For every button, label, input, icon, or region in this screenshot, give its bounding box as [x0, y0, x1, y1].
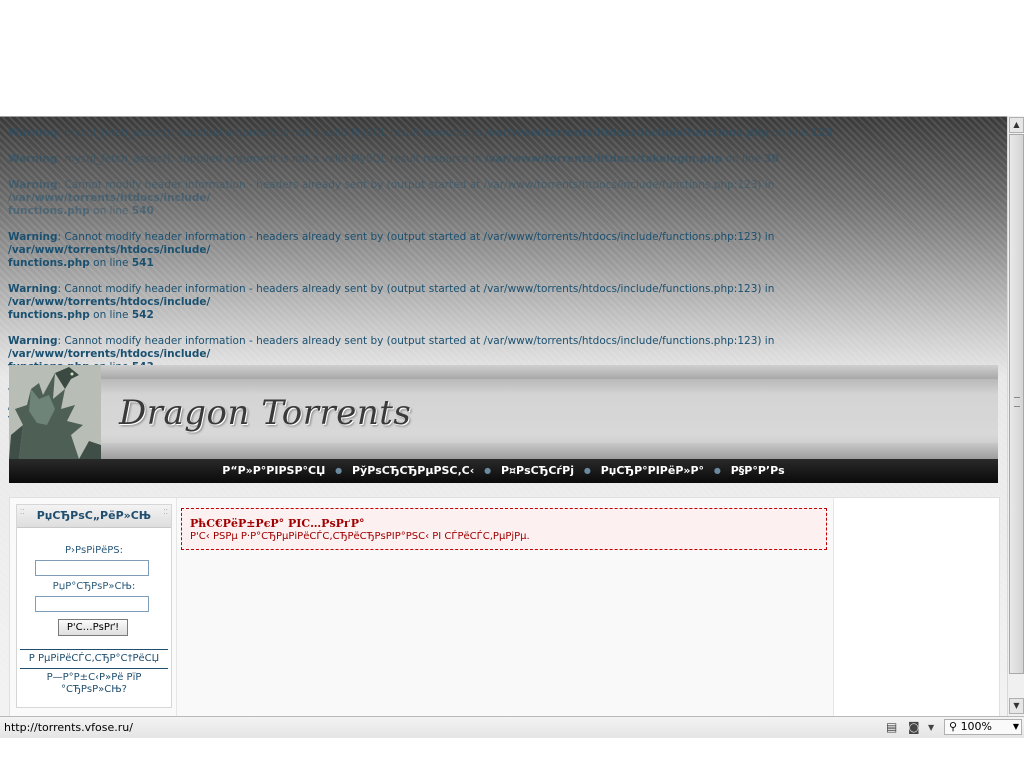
username-input[interactable] [35, 560, 149, 576]
main-navbar: Р“Р»Р°РІРЅР°СЏ ● РўРѕСЂСЂРµРЅС‚С‹ ● Р¤Рѕ… [9, 459, 998, 483]
camera-icon[interactable]: ◙ [908, 720, 920, 734]
nav-separator: ● [335, 466, 343, 475]
nav-item-torrents[interactable]: РўРѕСЂСЂРµРЅС‚С‹ [348, 459, 478, 483]
warning-line-prefix: on line [93, 309, 129, 321]
register-link[interactable]: Р РµРіРёСЃС‚СЂР°С†РёСЏ [17, 653, 171, 665]
warning-message: : Cannot modify header information - hea… [57, 231, 775, 243]
scroll-thumb[interactable] [1009, 134, 1024, 674]
warning-path: /var/www/torrents/htdocs/include/ [8, 348, 211, 360]
zoom-control[interactable]: ⚲ 100% ▼ [944, 719, 1022, 735]
error-title: РћС€РёР±РєР° РІС…РѕРґР° [190, 517, 365, 530]
login-submit-button[interactable]: Р'С…РѕРґ! [58, 619, 128, 636]
warning-line-prefix: on line [772, 127, 808, 139]
php-warning: Warning: mysql_fetch_assoc(): supplied a… [8, 127, 938, 140]
login-box-title: РџСЂРѕС„РёР»СЊ [17, 505, 171, 528]
dragon-logo-icon [9, 365, 101, 459]
warning-path: /var/www/torrents/htdocs/include/ [8, 296, 211, 308]
password-label: РџР°СЂРѕР»СЊ: [52, 581, 136, 592]
content-area: РџСЂРѕС„РёР»СЊ ⁚⁚ ⁚⁚ Р›РѕРіРёРЅ: РџР°СЂР… [9, 497, 1000, 717]
page-viewport: Warning: mysql_fetch_assoc(): supplied a… [0, 116, 1007, 717]
error-box: РћС€РёР±РєР° РІС…РѕРґР° Р'С‹ РЅРµ Р·Р°СЂ… [181, 508, 827, 550]
php-warning: Warning: Cannot modify header informatio… [8, 179, 938, 218]
nav-separator: ● [484, 466, 492, 475]
nav-item-rules[interactable]: РџСЂР°РІРёР»Р° [597, 459, 708, 483]
divider [20, 668, 168, 669]
nav-item-forum[interactable]: Р¤РѕСЂСѓРј [497, 459, 578, 483]
warning-path-file: functions.php [8, 257, 90, 269]
right-sidebar [834, 498, 999, 717]
warning-path-file: functions.php [8, 205, 90, 217]
site-header: Dragon Torrents [9, 365, 998, 459]
status-url: http://torrents.vfose.ru/ [4, 721, 133, 734]
warning-message: : mysql_fetch_assoc(): supplied argument… [57, 127, 482, 139]
warning-message: : Cannot modify header information - hea… [57, 283, 775, 295]
warning-message: : mysql_fetch_assoc(): supplied argument… [57, 153, 482, 165]
warning-path: /var/www/torrents/htdocs/include/functio… [484, 127, 770, 139]
warning-label: Warning [8, 335, 58, 347]
vertical-scrollbar[interactable]: ▲ ▼ [1007, 116, 1024, 716]
warning-line-number: 123 [811, 127, 833, 139]
php-warning: Warning: mysql_fetch_assoc(): supplied a… [8, 153, 938, 166]
warning-line-number: 541 [131, 257, 154, 269]
warning-label: Warning [8, 283, 58, 295]
header-band-bottom [9, 443, 998, 459]
warning-line-number: 542 [131, 309, 154, 321]
blank-top-area [0, 0, 1024, 116]
scroll-down-icon[interactable]: ▼ [1009, 698, 1024, 714]
username-label: Р›РѕРіРёРЅ: [64, 545, 123, 556]
php-warning: Warning: Cannot modify header informatio… [8, 283, 938, 322]
nav-separator: ● [713, 466, 721, 475]
nav-item-faq[interactable]: Р§Р°Р’Рѕ [727, 459, 789, 483]
warning-label: Warning [8, 231, 58, 243]
forgot-password-line2: °СЂРѕР»СЊ? [61, 684, 127, 695]
header-band-top [9, 365, 998, 379]
warning-path: /var/www/torrents/htdocs/include/ [8, 244, 211, 256]
login-box: РџСЂРѕС„РёР»СЊ ⁚⁚ ⁚⁚ Р›РѕРіРёРЅ: РџР°СЂР… [16, 504, 172, 708]
warning-line-prefix: on line [725, 153, 761, 165]
forgot-password-line1: Р—Р°Р±С‹Р»Рё РїР [46, 672, 142, 683]
scroll-up-icon[interactable]: ▲ [1009, 117, 1024, 133]
chevron-down-icon[interactable]: ▼ [928, 723, 934, 732]
warning-path-file: functions.php [8, 309, 90, 321]
corner-grip-icon: ⁚⁚ [20, 508, 25, 516]
site-logo-text: Dragon Torrents [119, 393, 412, 433]
corner-grip-icon: ⁚⁚ [163, 508, 168, 516]
nav-item-home[interactable]: Р“Р»Р°РІРЅР°СЏ [218, 459, 329, 483]
warning-path: /var/www/torrents/htdocs/include/ [8, 192, 211, 204]
warning-line-prefix: on line [93, 205, 129, 217]
main-column: РћС€РёР±РєР° РІС…РѕРґР° Р'С‹ РЅРµ Р·Р°СЂ… [177, 498, 834, 717]
zoom-level: 100% [960, 720, 993, 733]
warning-label: Warning [8, 127, 58, 139]
warning-line-number: 30 [764, 153, 779, 165]
forgot-password-link[interactable]: Р—Р°Р±С‹Р»Рё РїР °СЂРѕР»СЊ? [17, 672, 171, 696]
warning-line-number: 540 [131, 205, 154, 217]
warning-message: : Cannot modify header information - hea… [57, 335, 775, 347]
blank-bottom-area [0, 738, 1024, 768]
divider [20, 649, 168, 650]
warning-label: Warning [8, 153, 58, 165]
php-warning: Warning: Cannot modify header informatio… [8, 231, 938, 270]
warning-path: /var/www/torrents/htdocs/takelogin.php [484, 153, 723, 165]
error-message: Р'С‹ РЅРµ Р·Р°СЂРµРіРёСЃС‚СЂРёСЂРѕРІР°РЅ… [190, 531, 530, 542]
warning-label: Warning [8, 179, 58, 191]
password-input[interactable] [35, 596, 149, 612]
browser-status-bar: http://torrents.vfose.ru/ ▤ ◙ ▼ ⚲ 100% ▼ [0, 716, 1024, 739]
warning-line-prefix: on line [93, 257, 129, 269]
left-sidebar: РџСЂРѕС„РёР»СЊ ⁚⁚ ⁚⁚ Р›РѕРіРёРЅ: РџР°СЂР… [10, 498, 177, 717]
nav-separator: ● [583, 466, 591, 475]
grip-icon [1014, 397, 1020, 407]
warning-message: : Cannot modify header information - hea… [57, 179, 775, 191]
magnifier-icon: ⚲ [949, 720, 958, 733]
page-icon[interactable]: ▤ [886, 720, 897, 734]
chevron-down-icon: ▼ [1012, 722, 1019, 731]
